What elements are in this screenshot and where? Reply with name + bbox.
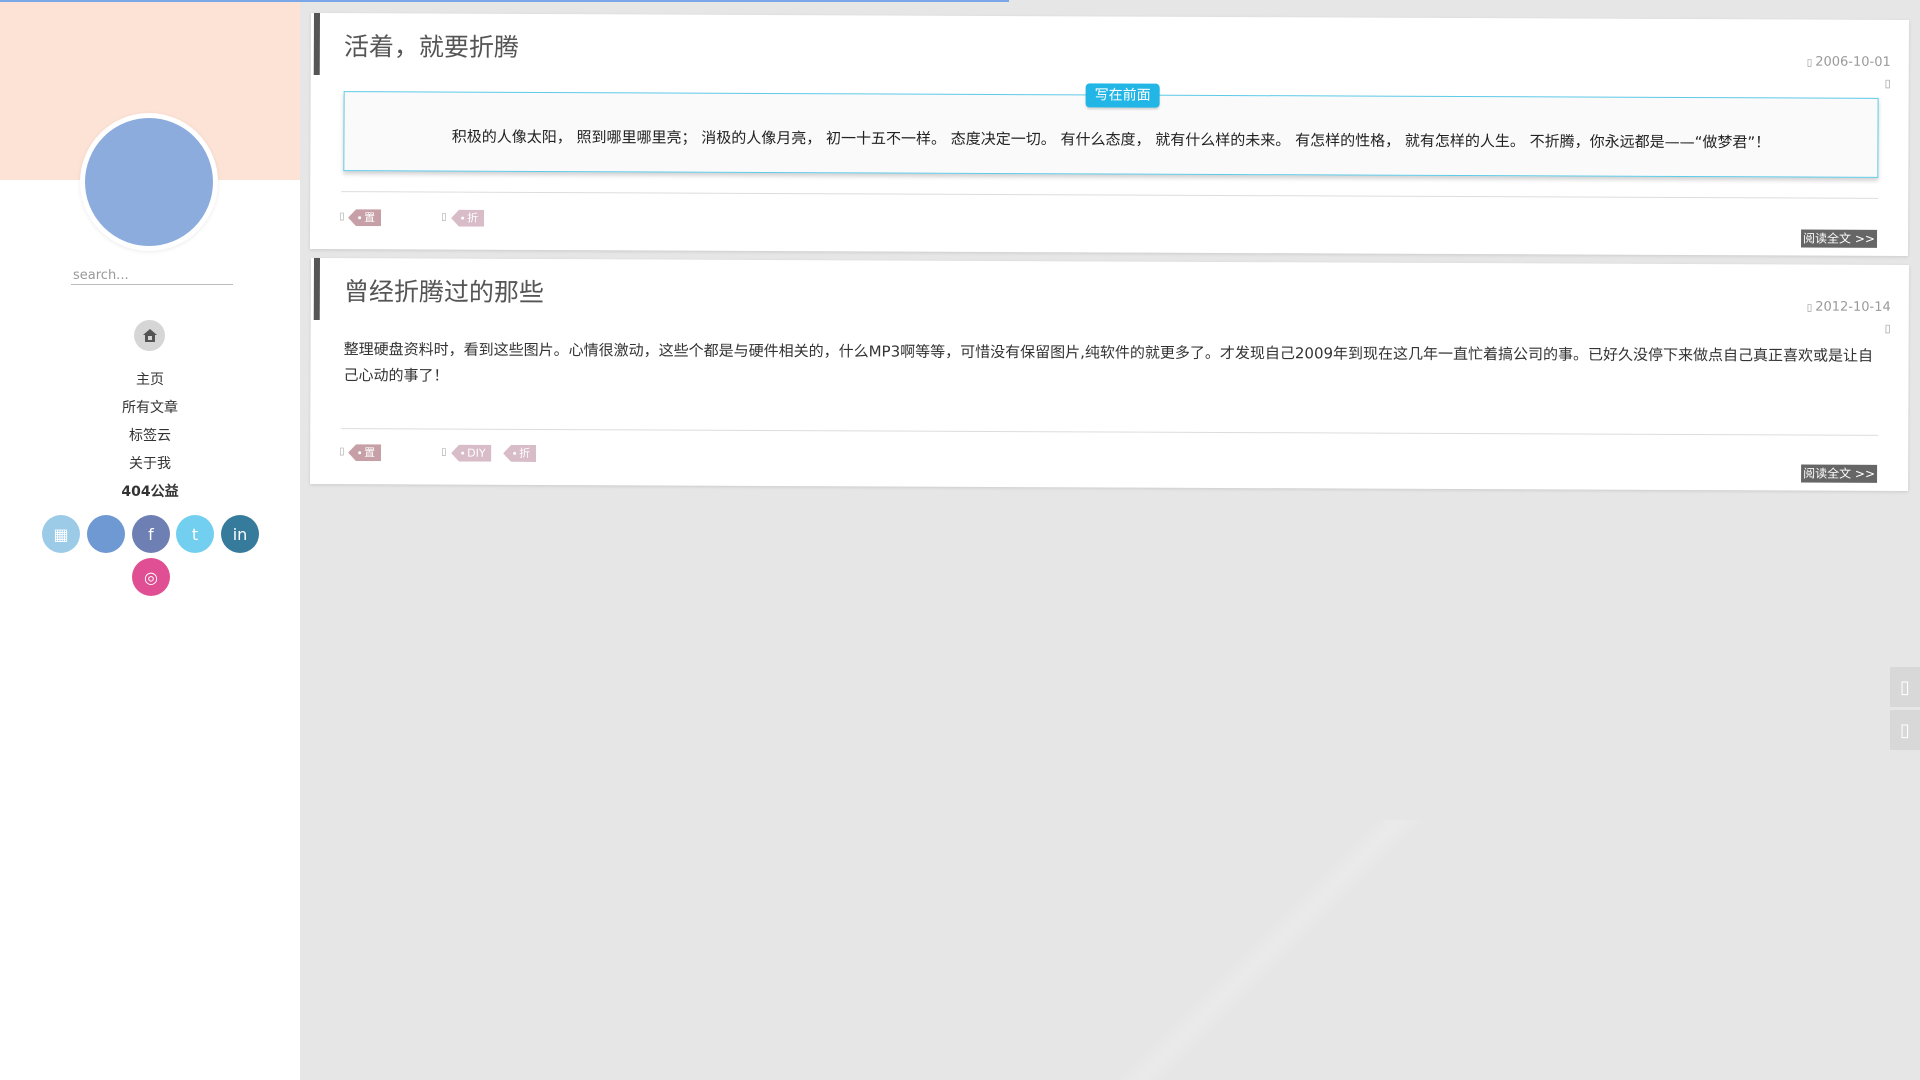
post-excerpt: 积极的人像太阳， 照到哪里哪里亮； 消极的人像月亮， 初一十五不一样。 态度决定…: [451, 127, 1771, 152]
folder-icon: ▯: [339, 211, 345, 223]
grid-icon[interactable]: ▦: [42, 515, 80, 553]
nav-item-tag-cloud[interactable]: 标签云: [0, 422, 300, 450]
instagram-icon[interactable]: ◎: [132, 558, 170, 596]
note-label: 写在前面: [1085, 83, 1160, 108]
post-date-text: 2006-10-01: [1815, 54, 1891, 70]
tag-icon: ▯: [441, 446, 447, 458]
linkedin-icon[interactable]: in: [221, 515, 259, 553]
page-progress-bar: [0, 0, 1009, 2]
background-decoration: [1120, 820, 1420, 1080]
read-more-button[interactable]: 阅读全文 >>: [1800, 229, 1878, 248]
note-box: 写在前面 积极的人像太阳， 照到哪里哪里亮； 消极的人像月亮， 初一十五不一样。…: [343, 83, 1879, 178]
tag-label[interactable]: 折腾: [503, 445, 536, 462]
folder-icon: ▯: [339, 446, 345, 458]
calendar-icon: ▯: [1806, 302, 1813, 314]
nav-item-404[interactable]: 404公益: [0, 478, 300, 506]
search-input[interactable]: [71, 266, 233, 285]
sidebar-nav: 主页 所有文章 标签云 关于我 404公益: [0, 366, 300, 506]
comment-icon[interactable]: ▯: [1885, 77, 1891, 90]
tag-label[interactable]: 折腾: [451, 210, 484, 227]
post-date-text: 2012-10-14: [1815, 299, 1891, 315]
comment-icon[interactable]: ▯: [1885, 322, 1891, 335]
divider: [341, 191, 1879, 199]
post-accent-bar: [313, 258, 320, 321]
post-title[interactable]: 活着，就要折腾: [344, 27, 519, 64]
post-accent-bar: [313, 13, 320, 76]
github-icon[interactable]: [87, 515, 125, 553]
category-tag[interactable]: 置顶: [348, 444, 381, 461]
nav-item-home[interactable]: 主页: [0, 366, 300, 394]
post-card: 曾经折腾过的那些 ▯ 2012-10-14 ▯ 整理硬盘资料时，看到这些图片。心情…: [310, 258, 1909, 491]
post-card: 活着，就要折腾 ▯ 2006-10-01 ▯ 写在前面 积极的人像太阳， 照到哪里…: [309, 13, 1909, 256]
divider: [341, 428, 1879, 436]
read-more-button[interactable]: 阅读全文 >>: [1801, 464, 1878, 483]
home-icon[interactable]: [134, 320, 165, 351]
post-date: ▯ 2012-10-14: [1807, 300, 1891, 315]
post-title[interactable]: 曾经折腾过的那些: [344, 272, 544, 309]
post-excerpt: 整理硬盘资料时，看到这些图片。心情很激动，这些个都是与硬件相关的，什么MP3啊等…: [343, 340, 1874, 385]
calendar-icon: ▯: [1806, 57, 1813, 69]
tag-label[interactable]: DIY: [451, 445, 492, 462]
nav-item-all-posts[interactable]: 所有文章: [0, 394, 300, 422]
post-date: ▯ 2006-10-01: [1807, 55, 1891, 70]
house-icon: [142, 328, 157, 342]
twitter-icon[interactable]: t: [176, 515, 214, 553]
category-tag[interactable]: 置顶: [348, 209, 381, 226]
facebook-icon[interactable]: f: [132, 515, 170, 553]
nav-item-about[interactable]: 关于我: [0, 450, 300, 478]
share-tool-icon[interactable]: ▯: [1890, 667, 1920, 707]
tag-icon: ▯: [441, 211, 447, 223]
sidebar: 主页 所有文章 标签云 关于我 404公益 ▦ f t in ◎: [0, 0, 300, 1080]
avatar[interactable]: [80, 113, 218, 251]
back-to-top-icon[interactable]: ▯: [1890, 710, 1920, 750]
